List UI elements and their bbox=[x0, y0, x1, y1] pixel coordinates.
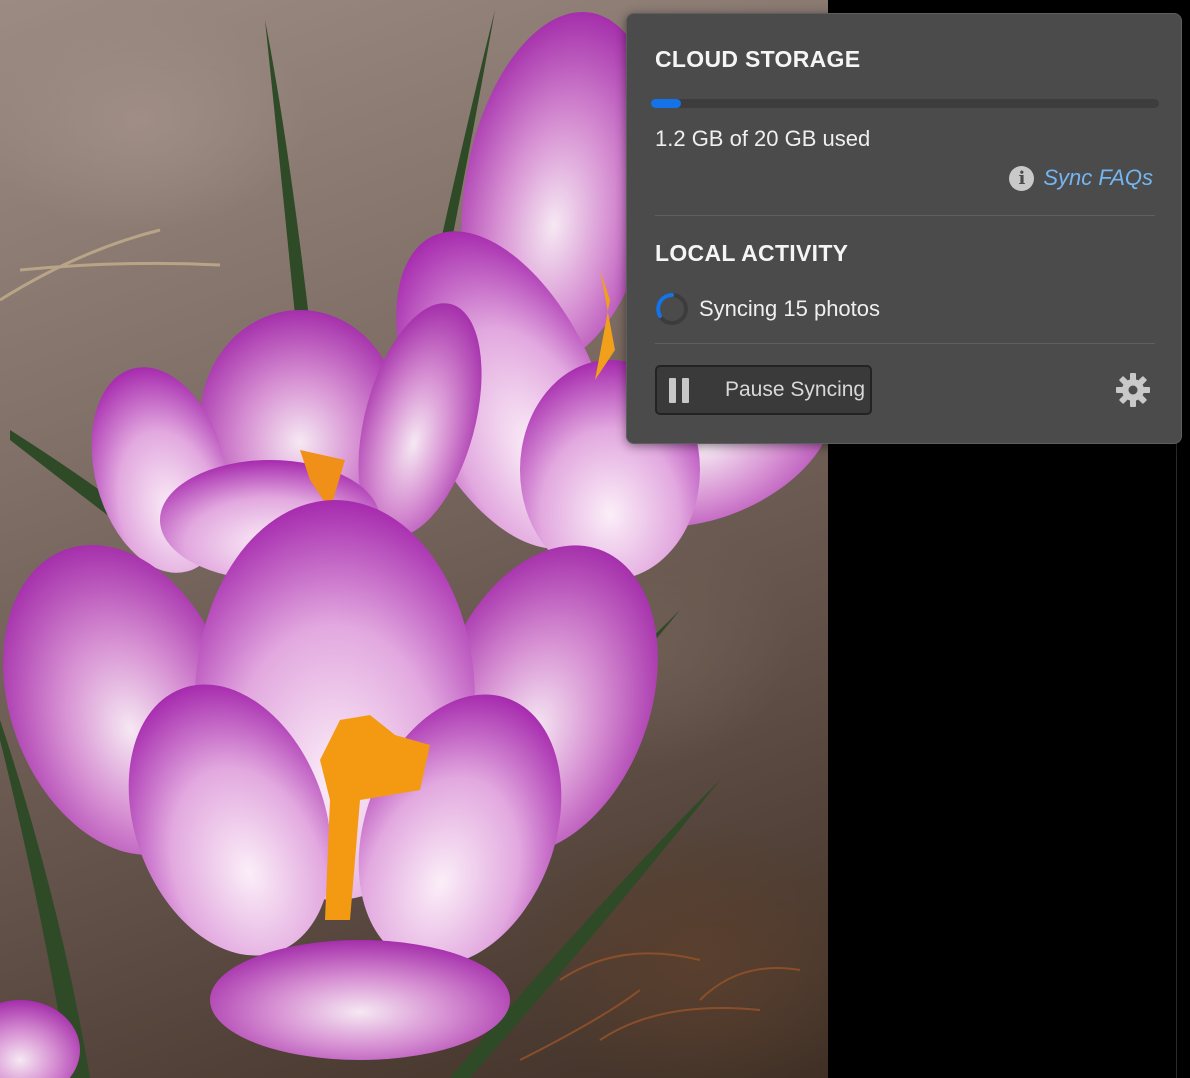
gear-icon[interactable] bbox=[1115, 372, 1151, 408]
spinner-icon bbox=[656, 293, 688, 325]
pause-syncing-button[interactable]: Pause Syncing bbox=[655, 365, 872, 415]
pause-syncing-label: Pause Syncing bbox=[725, 378, 866, 401]
storage-progress-fill bbox=[651, 99, 682, 108]
panel-divider bbox=[1176, 440, 1177, 1078]
info-icon: i bbox=[1009, 165, 1035, 191]
storage-usage-text: 1.2 GB of 20 GB used bbox=[655, 126, 871, 151]
local-activity-title: LOCAL ACTIVITY bbox=[655, 240, 849, 266]
cloud-storage-title: CLOUD STORAGE bbox=[655, 46, 861, 72]
sync-faqs-label: Sync FAQs bbox=[1043, 165, 1153, 190]
sync-status-row: Syncing 15 photos bbox=[655, 292, 880, 326]
section-divider bbox=[655, 215, 1155, 216]
storage-progress-bar bbox=[651, 99, 1159, 108]
section-divider bbox=[655, 343, 1155, 344]
sync-faqs-link[interactable]: i Sync FAQs bbox=[1009, 165, 1153, 191]
pause-icon bbox=[669, 377, 695, 403]
sync-status-text: Syncing 15 photos bbox=[699, 296, 881, 321]
cloud-sync-popover: CLOUD STORAGE 1.2 GB of 20 GB used i Syn… bbox=[626, 13, 1182, 444]
